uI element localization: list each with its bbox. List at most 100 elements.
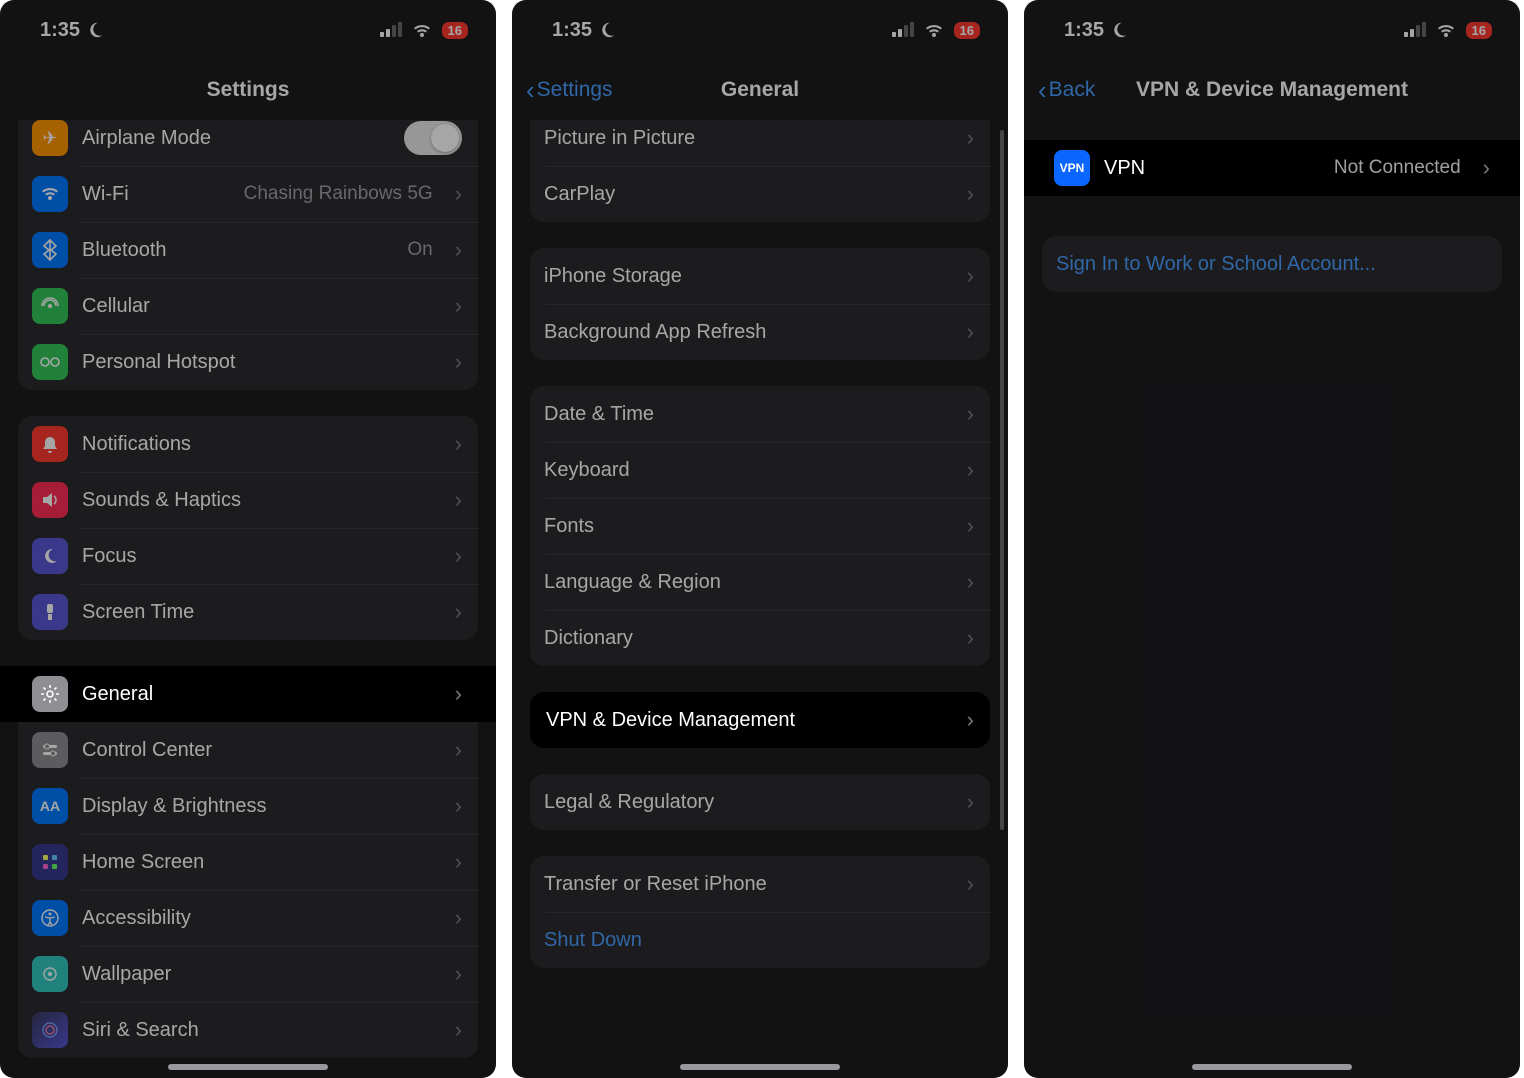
status-time: 1:35 <box>552 19 592 42</box>
row-language-region[interactable]: Language & Region › <box>530 554 990 610</box>
row-value: On <box>407 239 432 261</box>
home-indicator[interactable] <box>1192 1064 1352 1070</box>
row-control-center[interactable]: Control Center › <box>18 722 478 778</box>
row-siri-search[interactable]: Siri & Search › <box>18 1002 478 1058</box>
chevron-right-icon: › <box>967 263 974 289</box>
row-notifications[interactable]: Notifications › <box>18 416 478 472</box>
chevron-right-icon: › <box>967 457 974 483</box>
row-label: Personal Hotspot <box>82 351 433 374</box>
row-label: Sounds & Haptics <box>82 489 433 512</box>
row-label: Accessibility <box>82 907 433 930</box>
cellular-signal-icon <box>1404 23 1426 37</box>
row-bluetooth[interactable]: Bluetooth On › <box>18 222 478 278</box>
row-cellular[interactable]: Cellular › <box>18 278 478 334</box>
vpn-list[interactable]: VPN VPN Not Connected › Sign In to Work … <box>1024 120 1520 1078</box>
row-airplane-mode[interactable]: ✈ Airplane Mode <box>18 120 478 166</box>
row-general[interactable]: General › <box>0 666 496 722</box>
chevron-right-icon: › <box>967 707 974 733</box>
row-accessibility[interactable]: Accessibility › <box>18 890 478 946</box>
chevron-right-icon: › <box>455 543 462 569</box>
airplane-toggle[interactable] <box>404 121 462 155</box>
row-focus[interactable]: Focus › <box>18 528 478 584</box>
nav-bar: Settings <box>0 60 496 120</box>
row-display-brightness[interactable]: AA Display & Brightness › <box>18 778 478 834</box>
chevron-right-icon: › <box>967 401 974 427</box>
row-personal-hotspot[interactable]: Personal Hotspot › <box>18 334 478 390</box>
scroll-indicator[interactable] <box>1000 130 1004 830</box>
do-not-disturb-icon <box>598 21 616 39</box>
chevron-right-icon: › <box>455 431 462 457</box>
control-center-icon <box>32 732 68 768</box>
chevron-right-icon: › <box>455 349 462 375</box>
chevron-right-icon: › <box>967 181 974 207</box>
notifications-icon <box>32 426 68 462</box>
wifi-settings-icon <box>32 176 68 212</box>
cellular-signal-icon <box>892 23 914 37</box>
row-iphone-storage[interactable]: iPhone Storage › <box>530 248 990 304</box>
row-background-app-refresh[interactable]: Background App Refresh › <box>530 304 990 360</box>
chevron-right-icon: › <box>455 793 462 819</box>
home-indicator[interactable] <box>168 1064 328 1070</box>
wifi-icon <box>412 22 432 38</box>
row-sign-in-work-school[interactable]: Sign In to Work or School Account... <box>1042 236 1502 292</box>
hotspot-icon <box>32 344 68 380</box>
do-not-disturb-icon <box>86 21 104 39</box>
status-time: 1:35 <box>1064 19 1104 42</box>
chevron-right-icon: › <box>455 487 462 513</box>
chevron-right-icon: › <box>455 293 462 319</box>
row-sounds-haptics[interactable]: Sounds & Haptics › <box>18 472 478 528</box>
row-label: Home Screen <box>82 851 433 874</box>
row-label: CarPlay <box>544 183 945 206</box>
row-dictionary[interactable]: Dictionary › <box>530 610 990 666</box>
row-transfer-reset[interactable]: Transfer or Reset iPhone › <box>530 856 990 912</box>
row-label: Language & Region <box>544 571 945 594</box>
chevron-right-icon: › <box>455 599 462 625</box>
settings-list[interactable]: ✈ Airplane Mode Wi-Fi Chasing Rainbows 5… <box>0 120 496 1078</box>
row-wallpaper[interactable]: Wallpaper › <box>18 946 478 1002</box>
chevron-right-icon: › <box>455 181 462 207</box>
back-button[interactable]: ‹ Back <box>1038 77 1095 103</box>
back-button[interactable]: ‹ Settings <box>526 77 613 103</box>
general-list[interactable]: Picture in Picture › CarPlay › iPhone St… <box>512 120 1008 1078</box>
row-legal-regulatory[interactable]: Legal & Regulatory › <box>530 774 990 830</box>
sounds-icon <box>32 482 68 518</box>
chevron-right-icon: › <box>967 513 974 539</box>
chevron-right-icon: › <box>455 1017 462 1043</box>
row-label: iPhone Storage <box>544 265 945 288</box>
chevron-right-icon: › <box>1483 155 1490 181</box>
row-label: Screen Time <box>82 601 433 624</box>
row-wifi[interactable]: Wi-Fi Chasing Rainbows 5G › <box>18 166 478 222</box>
row-fonts[interactable]: Fonts › <box>530 498 990 554</box>
row-label: General <box>82 683 433 706</box>
home-screen-icon <box>32 844 68 880</box>
row-home-screen[interactable]: Home Screen › <box>18 834 478 890</box>
battery-percentage: 16 <box>954 22 980 39</box>
row-screen-time[interactable]: Screen Time › <box>18 584 478 640</box>
chevron-right-icon: › <box>455 905 462 931</box>
home-indicator[interactable] <box>680 1064 840 1070</box>
accessibility-icon <box>32 900 68 936</box>
row-picture-in-picture[interactable]: Picture in Picture › <box>530 120 990 166</box>
row-carplay[interactable]: CarPlay › <box>530 166 990 222</box>
row-label: Fonts <box>544 515 945 538</box>
row-label: VPN & Device Management <box>546 709 945 732</box>
focus-icon <box>32 538 68 574</box>
chevron-right-icon: › <box>967 319 974 345</box>
row-keyboard[interactable]: Keyboard › <box>530 442 990 498</box>
row-value: Chasing Rainbows 5G <box>244 183 433 205</box>
chevron-right-icon: › <box>455 737 462 763</box>
nav-bar: ‹ Settings General <box>512 60 1008 120</box>
row-label: Background App Refresh <box>544 321 945 344</box>
row-vpn[interactable]: VPN VPN Not Connected › <box>1024 140 1520 196</box>
row-label: Shut Down <box>544 929 974 952</box>
row-label: Control Center <box>82 739 433 762</box>
back-label: Back <box>1049 78 1096 102</box>
row-label: Dictionary <box>544 627 945 650</box>
vpn-device-management-screen: 1:35 16 ‹ Back VPN & Device Management <box>1024 0 1520 1078</box>
row-vpn-device-management[interactable]: VPN & Device Management › <box>530 692 990 748</box>
row-date-time[interactable]: Date & Time › <box>530 386 990 442</box>
status-bar: 1:35 16 <box>1024 0 1520 60</box>
row-label: Date & Time <box>544 403 945 426</box>
row-shut-down[interactable]: Shut Down <box>530 912 990 968</box>
status-bar: 1:35 16 <box>512 0 1008 60</box>
